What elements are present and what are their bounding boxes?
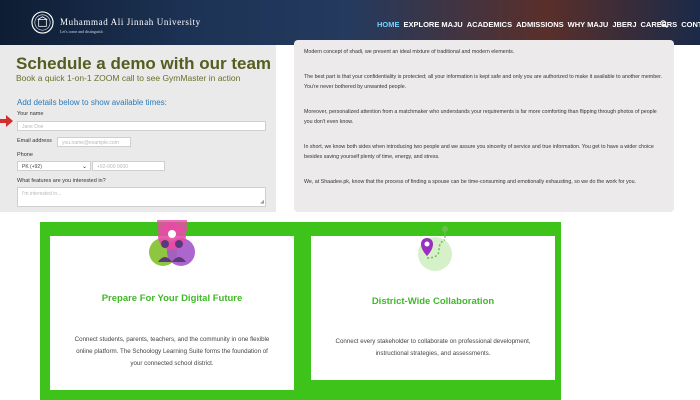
features-placeholder: I'm interested in... [22,191,62,197]
info-paragraph: The best part is that your confidentiali… [304,74,663,90]
route-pin-icon [418,226,452,271]
feature-card-title: Prepare For Your Digital Future [101,293,243,304]
people-icon [149,220,195,266]
nav-item-home[interactable]: HOME [377,20,400,29]
site-header: Muhammad Ali Jinnah University Let's com… [0,0,700,45]
nav-item-jberj[interactable]: JBERJ [612,20,636,29]
phone-country-value: PK (+92) [22,164,42,170]
phone-country-select[interactable]: PK (+92) ⌄ [17,161,91,171]
email-label: Email address [17,138,52,144]
nav-item-explore-maju[interactable]: EXPLORE MAJU [404,20,463,29]
info-paragraph: Modern concept of shadi, we present an i… [304,49,515,55]
resize-grip-icon[interactable]: ◢ [260,200,264,205]
demo-title: Schedule a demo with our team [16,54,272,73]
email-input[interactable]: you.name@example.com [57,137,131,147]
phone-label: Phone [17,152,33,158]
form-heading: Add details below to show available time… [17,98,167,107]
features-label: What features are you interested in? [17,178,106,184]
feature-card-text: Connect students, parents, teachers, and… [74,336,270,367]
university-logo-icon[interactable] [31,11,54,34]
info-text-panel: Modern concept of shadi, we present an i… [294,40,674,212]
nav-item-why-maju[interactable]: WHY MAJU [568,20,609,29]
search-icon[interactable] [660,20,668,28]
demo-subtitle: Book a quick 1-on-1 ZOOM call to see Gym… [16,73,241,83]
phone-input[interactable]: +92-000 0000 [92,161,165,171]
name-input[interactable]: Jane Doe [17,121,266,131]
features-textarea[interactable]: I'm interested in... ◢ [17,187,266,207]
main-nav: HOME EXPLORE MAJU ACADEMICS ADMISSIONS W… [377,20,700,29]
chevron-down-icon: ⌄ [81,164,87,170]
nav-item-careers[interactable]: CAREERS [641,20,678,29]
info-paragraph: We, at Shaadee.pk, know that the process… [304,179,637,185]
feature-card-text: Connect every stakeholder to collaborate… [335,338,531,357]
info-paragraph: In short, we know both sides when introd… [304,144,654,160]
arrow-right-icon [0,115,13,127]
info-paragraph: Moreover, personalized attention from a … [304,109,657,125]
nav-item-admissions[interactable]: ADMISSIONS [516,20,564,29]
nav-item-academics[interactable]: ACADEMICS [467,20,512,29]
university-name[interactable]: Muhammad Ali Jinnah University [60,17,201,27]
university-subtitle: Let's come and distinguish [60,29,103,34]
name-label: Your name [17,111,44,117]
feature-card-title: District-Wide Collaboration [371,296,495,307]
demo-form-panel: Schedule a demo with our team Book a qui… [0,45,276,212]
nav-item-contact[interactable]: CONTACT [681,20,700,29]
